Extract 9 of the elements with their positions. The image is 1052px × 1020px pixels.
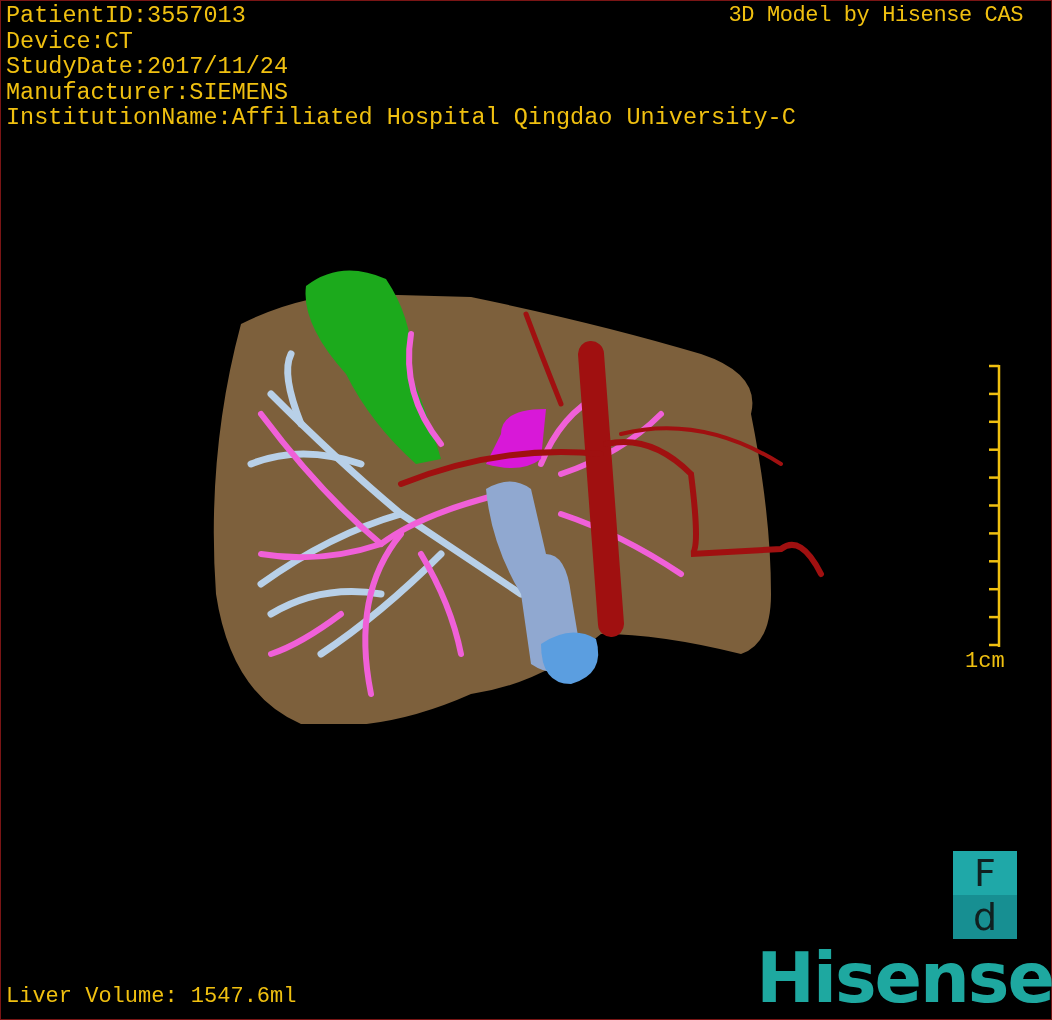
scale-label: 1cm bbox=[965, 648, 1005, 674]
orientation-cube-face[interactable]: F bbox=[953, 851, 1017, 895]
info-line: Manufacturer:SIEMENS bbox=[6, 79, 289, 105]
liver-volume-text: Liver Volume: 1547.6ml bbox=[6, 984, 297, 1009]
info-line: Device:CT bbox=[6, 28, 133, 54]
info-line: StudyDate:2017/11/24 bbox=[6, 54, 289, 80]
info-line: PatientID:3557013 bbox=[6, 3, 246, 29]
info-line: InstitutionName:Affiliated Hospital Qingdao University-C bbox=[6, 105, 796, 131]
orientation-cube-face[interactable]: d bbox=[953, 895, 1017, 939]
